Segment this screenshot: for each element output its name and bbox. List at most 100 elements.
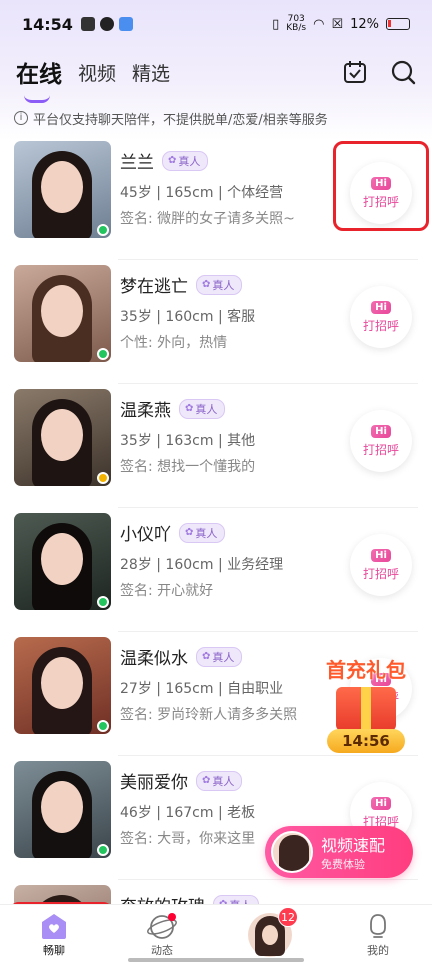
profile-icon — [370, 913, 386, 938]
status-time: 14:54 — [22, 14, 73, 34]
verified-badge-label: 真人 — [212, 650, 235, 664]
user-name-row: 美丽爱你 ✿ 真人 — [120, 768, 243, 793]
wifi-icon: ◠ — [313, 16, 325, 32]
user-name-row: 兰兰 ✿ 真人 — [120, 148, 209, 173]
tab-online-label: 在线 — [16, 62, 62, 88]
status-right: ▯ 703 KB/s ◠ ☒ 12% — [272, 15, 410, 33]
tab-active-indicator — [24, 95, 50, 103]
first-recharge-promo[interactable]: 首充礼包 14:56 — [318, 654, 414, 764]
tab-featured[interactable]: 精选 — [132, 59, 170, 86]
nav-chat[interactable]: 畅聊 — [0, 905, 108, 964]
moments-icon — [147, 912, 177, 939]
video-match-title: 视频速配 — [321, 836, 386, 855]
promo-title: 首充礼包 — [326, 658, 406, 682]
online-status-dot — [97, 596, 109, 608]
user-avatar[interactable] — [14, 761, 111, 858]
unread-count-badge: 12 — [278, 906, 298, 927]
tab-video-label: 视频 — [78, 62, 117, 85]
top-header: 在线 视频 精选 — [0, 52, 432, 103]
battery-percent: 12% — [350, 16, 379, 32]
flower-icon: ✿ — [202, 651, 211, 662]
home-indicator — [128, 958, 304, 962]
user-signature: 签名: 想找一个懂我的 — [120, 459, 256, 475]
sim-icon: ☒ — [331, 16, 344, 32]
video-match-avatar — [271, 831, 313, 873]
app-notification-icon — [99, 17, 114, 31]
verified-badge: ✿真人 — [179, 522, 226, 543]
battery-icon — [386, 18, 410, 30]
greet-button[interactable]: Hi 打招呼 — [350, 534, 412, 596]
user-card[interactable]: 小仪吖 ✿ 真人 28岁 | 160cm | 业务经理 签名: 开心就好 Hi 打… — [0, 508, 432, 632]
online-status-dot — [97, 224, 109, 236]
highlight-greet-first — [333, 141, 429, 231]
verified-badge: ✿真人 — [162, 150, 209, 171]
user-name: 美丽爱你 — [120, 773, 188, 793]
verified-badge-label: 真人 — [212, 774, 235, 788]
nav-profile[interactable]: 我的 — [324, 905, 432, 964]
greet-button[interactable]: Hi 打招呼 — [350, 410, 412, 472]
user-card[interactable]: 温柔燕 ✿ 真人 35岁 | 163cm | 其他 签名: 想找一个懂我的 Hi … — [0, 384, 432, 508]
info-icon: i — [14, 111, 28, 125]
user-name: 小仪吖 — [120, 525, 171, 545]
flower-icon: ✿ — [202, 775, 211, 786]
video-match-text: 视频速配 免费体验 — [321, 832, 385, 872]
user-avatar[interactable] — [14, 389, 111, 486]
tab-video[interactable]: 视频 — [78, 59, 116, 86]
search-icon[interactable] — [390, 59, 416, 85]
user-name-row: 温柔似水 ✿ 真人 — [120, 644, 243, 669]
user-avatar[interactable] — [14, 637, 111, 734]
user-signature: 签名: 罗尚玲新人请多多关照 — [120, 707, 298, 723]
user-avatar[interactable] — [14, 265, 111, 362]
user-signature: 签名: 开心就好 — [120, 583, 214, 599]
hi-icon: Hi — [371, 424, 391, 438]
net-speed: 703 KB/s — [286, 15, 306, 33]
chat-home-icon — [42, 913, 66, 939]
user-info: 27岁 | 165cm | 自由职业 — [120, 681, 284, 697]
gift-box-icon — [336, 687, 396, 731]
flower-icon: ✿ — [202, 279, 211, 290]
status-bar: 14:54 ▯ 703 KB/s ◠ ☒ 12% — [0, 0, 432, 48]
user-name: 兰兰 — [120, 153, 154, 173]
user-avatar[interactable] — [14, 513, 111, 610]
greet-label: 打招呼 — [362, 442, 399, 457]
user-signature: 个性: 外向，热情 — [120, 335, 228, 351]
hi-icon: Hi — [371, 796, 391, 810]
hi-icon: Hi — [371, 548, 391, 562]
verified-badge-label: 真人 — [195, 402, 218, 416]
verified-badge: ✿真人 — [196, 646, 243, 667]
online-status-dot — [97, 844, 109, 856]
nav-avatar[interactable]: 12 — [216, 905, 324, 964]
tab-online[interactable]: 在线 — [16, 55, 62, 103]
greet-label: 打招呼 — [362, 318, 399, 333]
disclaimer-text: 平台仅支持聊天陪伴，不提供脱单/恋爱/相亲等服务 — [33, 112, 328, 128]
bottom-nav: 畅聊 动态 12 我的 — [0, 904, 432, 964]
greet-label: 打招呼 — [362, 566, 399, 581]
verified-badge-label: 真人 — [178, 154, 201, 168]
flower-icon: ✿ — [168, 155, 177, 166]
user-info: 35岁 | 160cm | 客服 — [120, 309, 256, 325]
verified-badge-label: 真人 — [212, 278, 235, 292]
hi-icon: Hi — [371, 300, 391, 314]
user-avatar[interactable] — [14, 141, 111, 238]
calendar-check-icon[interactable] — [342, 59, 368, 85]
user-info: 28岁 | 160cm | 业务经理 — [120, 557, 284, 573]
online-status-dot — [97, 472, 109, 484]
net-speed-unit: KB/s — [286, 23, 307, 33]
online-status-dot — [97, 348, 109, 360]
online-status-dot — [97, 720, 109, 732]
verified-badge-label: 真人 — [195, 526, 218, 540]
status-app-icons — [80, 17, 133, 31]
user-info: 45岁 | 165cm | 个体经营 — [120, 185, 284, 201]
user-card[interactable]: 梦在逃亡 ✿ 真人 35岁 | 160cm | 客服 个性: 外向，热情 Hi 打… — [0, 260, 432, 384]
user-signature: 签名: 微胖的女子请多关照~ — [120, 211, 295, 227]
greet-button[interactable]: Hi 打招呼 — [350, 286, 412, 348]
nav-moments[interactable]: 动态 — [108, 905, 216, 964]
user-name-row: 小仪吖 ✿ 真人 — [120, 520, 226, 545]
avatar-icon: 12 — [248, 906, 298, 957]
video-match-subtitle: 免费体验 — [321, 858, 365, 871]
user-info: 46岁 | 167cm | 老板 — [120, 805, 256, 821]
video-match-button[interactable]: 视频速配 免费体验 — [265, 826, 413, 878]
verified-badge: ✿真人 — [179, 398, 226, 419]
app-notification-icon — [118, 17, 133, 31]
header-actions — [342, 59, 416, 85]
